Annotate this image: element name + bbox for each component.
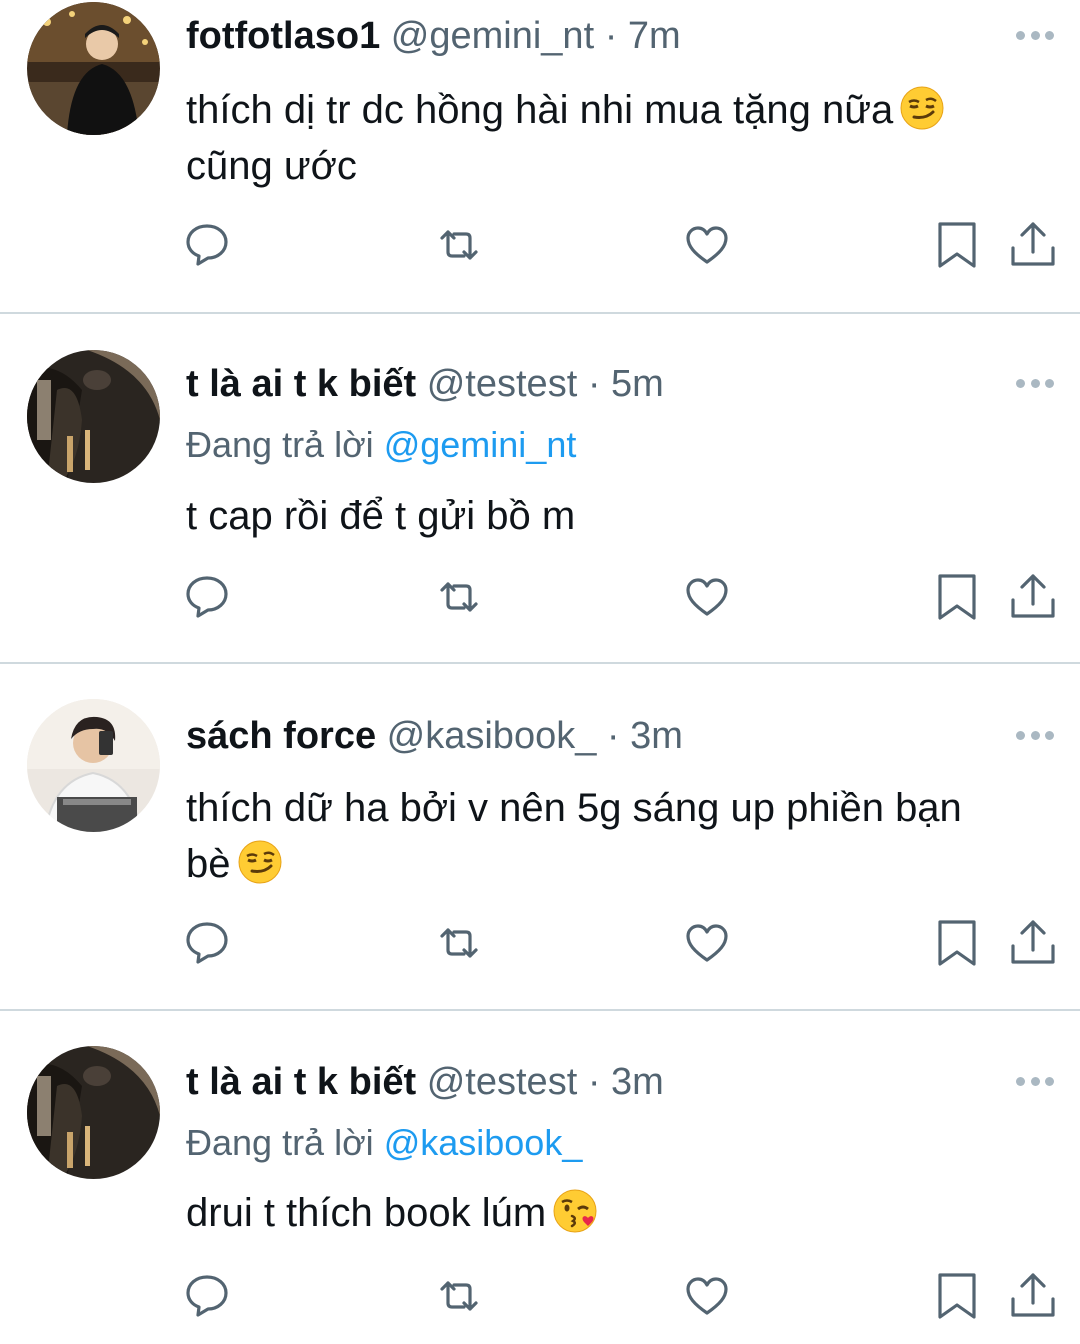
more-icon[interactable] [1016,729,1054,741]
retweet-icon[interactable] [432,1269,486,1323]
timestamp[interactable]: 5m [611,363,664,405]
author-name[interactable]: fotfotlaso1 [186,15,380,57]
reply-icon[interactable] [180,1269,234,1323]
reply-icon[interactable] [180,570,234,624]
tweet-text: thích dữ ha bởi v nên 5g sáng up phiền b… [186,780,1036,892]
retweet-icon[interactable] [432,570,486,624]
tweet[interactable]: t là ai t k biết @testest · 3m Đang trả … [0,1011,1080,1344]
replying-to-handle[interactable]: @gemini_nt [384,424,577,465]
smirking-face-icon [899,85,945,131]
more-icon[interactable] [1016,29,1054,41]
more-icon[interactable] [1016,377,1054,389]
bookmark-icon[interactable] [930,1269,984,1323]
separator-dot: · [587,1061,601,1103]
replying-to-label: Đang trả lời [186,424,374,465]
share-icon[interactable] [1006,570,1060,624]
bookmark-icon[interactable] [930,916,984,970]
smirking-face-icon [237,839,283,885]
bookmark-icon[interactable] [930,218,984,272]
replying-to-handle[interactable]: @kasibook_ [384,1122,583,1163]
timestamp[interactable]: 7m [628,15,681,57]
tweet-actions [0,218,1080,274]
tweet-text-line: drui t thích book lúm [186,1191,547,1235]
tweet-text-line: t cap rồi để t gửi bồ m [186,494,576,538]
reply-icon[interactable] [180,916,234,970]
author-handle[interactable]: @kasibook_ [387,715,597,757]
like-icon[interactable] [680,570,734,624]
author-handle[interactable]: @testest [427,363,578,405]
share-icon[interactable] [1006,916,1060,970]
separator-dot: · [587,363,601,405]
tweet-text-line: thích dữ ha bởi v nên 5g sáng up phiền b… [186,786,962,830]
timestamp[interactable]: 3m [630,715,683,757]
share-icon[interactable] [1006,218,1060,272]
face-blowing-kiss-icon [552,1188,598,1234]
tweet-text: t cap rồi để t gửi bồ m [186,488,1036,544]
tweet-text: thích dị tr dc hồng hài nhi mua tặng nữa… [186,82,1036,194]
tweet-actions [0,570,1080,626]
tweet-text-line: cũng ước [186,144,357,188]
reply-icon[interactable] [180,218,234,272]
like-icon[interactable] [680,916,734,970]
tweet-actions [0,916,1080,972]
tweet[interactable]: fotfotlaso1 @gemini_nt · 7m thích dị tr … [0,0,1080,314]
avatar[interactable] [27,350,160,483]
avatar[interactable] [27,699,160,832]
author-name[interactable]: sách force [186,715,376,757]
author-name[interactable]: t là ai t k biết [186,363,416,405]
avatar[interactable] [27,2,160,135]
tweet[interactable]: t là ai t k biết @testest · 5m Đang trả … [0,314,1080,664]
retweet-icon[interactable] [432,218,486,272]
author-handle[interactable]: @gemini_nt [391,15,594,57]
replying-to-label: Đang trả lời [186,1122,374,1163]
tweet[interactable]: sách force @kasibook_ · 3m thích dữ ha b… [0,664,1080,1011]
tweet-text-line: bè [186,842,231,886]
avatar[interactable] [27,1046,160,1179]
timeline-feed: fotfotlaso1 @gemini_nt · 7m thích dị tr … [0,0,1080,1344]
author-handle[interactable]: @testest [427,1061,578,1103]
separator-dot: · [606,715,620,757]
timestamp[interactable]: 3m [611,1061,664,1103]
share-icon[interactable] [1006,1269,1060,1323]
author-name[interactable]: t là ai t k biết [186,1061,416,1103]
tweet-text: drui t thích book lúm [186,1185,1036,1241]
retweet-icon[interactable] [432,916,486,970]
more-icon[interactable] [1016,1075,1054,1087]
like-icon[interactable] [680,1269,734,1323]
like-icon[interactable] [680,218,734,272]
bookmark-icon[interactable] [930,570,984,624]
replying-to: Đang trả lời @gemini_nt [186,423,576,467]
tweet-text-line: thích dị tr dc hồng hài nhi mua tặng nữa [186,88,894,132]
separator-dot: · [604,15,618,57]
replying-to: Đang trả lời @kasibook_ [186,1121,582,1165]
tweet-actions [0,1269,1080,1325]
